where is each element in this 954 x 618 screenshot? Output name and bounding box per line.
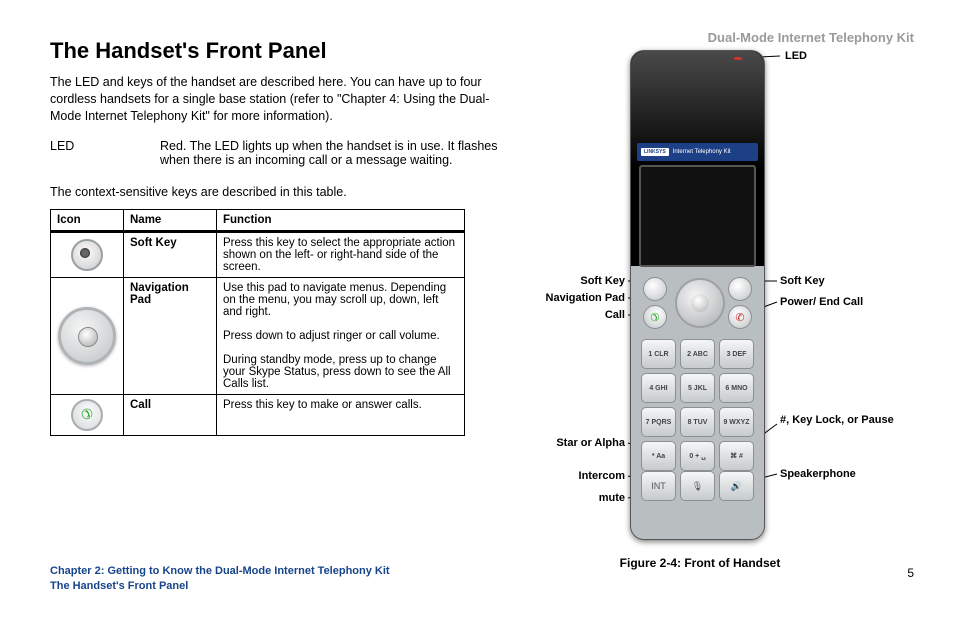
row-name: Call <box>124 394 217 435</box>
key-7: 7 PQRS <box>641 407 676 437</box>
callout-speaker: Speakerphone <box>780 468 856 480</box>
handset-navigation-pad <box>675 278 725 328</box>
led-description: Red. The LED lights up when the handset … <box>160 139 520 167</box>
footer-line2: The Handset's Front Panel <box>50 579 390 594</box>
footer-line1: Chapter 2: Getting to Know the Dual-Mode… <box>50 564 390 579</box>
key-8: 8 TUV <box>680 407 715 437</box>
row-func: Press this key to select the appropriate… <box>217 231 465 277</box>
key-4: 4 GHI <box>641 373 676 403</box>
handset-screen <box>639 165 756 267</box>
table-row: Navigation Pad Use this pad to navigate … <box>51 277 465 394</box>
callout-power-end: Power/ End Call <box>780 296 863 308</box>
key-5: 5 JKL <box>680 373 715 403</box>
table-row: ✆ Call Press this key to make or answer … <box>51 394 465 435</box>
key-hash: ⌘ # <box>719 441 754 471</box>
key-star: * Aa <box>641 441 676 471</box>
brand-logo: LINKSYS <box>641 148 669 156</box>
footer: Chapter 2: Getting to Know the Dual-Mode… <box>50 564 390 594</box>
callout-navpad: Navigation Pad <box>480 292 625 304</box>
th-function: Function <box>217 209 465 231</box>
key-0: 0 + ␣ <box>680 441 715 471</box>
mute-key: 🎙 <box>680 471 715 501</box>
handset-led-icon <box>734 57 742 60</box>
key-1: 1 CLR <box>641 339 676 369</box>
handset-softkey-right <box>728 277 752 301</box>
key-6: 6 MNO <box>719 373 754 403</box>
handset-bottom-row: INT 🎙 🔊 <box>641 471 754 501</box>
callout-star: Star or Alpha <box>480 437 625 449</box>
key-2: 2 ABC <box>680 339 715 369</box>
callout-intercom: Intercom <box>480 470 625 482</box>
row-func: Press this key to make or answer calls. <box>217 394 465 435</box>
keys-table: Icon Name Function Soft Key Press this k… <box>50 209 465 436</box>
th-icon: Icon <box>51 209 124 231</box>
callout-softkey-right: Soft Key <box>780 275 825 287</box>
brand-text: Internet Telephony Kit <box>673 149 731 155</box>
figure-caption: Figure 2-4: Front of Handset <box>480 556 920 570</box>
handset-illustration: LINKSYS Internet Telephony Kit ✆ ✆ 1 CLR… <box>630 50 765 540</box>
handset-call-key: ✆ <box>643 305 667 329</box>
navigation-pad-icon <box>58 307 116 365</box>
callout-led: LED <box>785 50 807 62</box>
led-label: LED <box>50 139 160 167</box>
key-3: 3 DEF <box>719 339 754 369</box>
handset-softkey-left <box>643 277 667 301</box>
callout-mute: mute <box>480 492 625 504</box>
figure-front-of-handset: Soft Key Navigation Pad Call Star or Alp… <box>480 40 920 570</box>
row-name: Navigation Pad <box>124 277 217 394</box>
call-icon: ✆ <box>71 399 103 431</box>
softkey-icon <box>71 239 103 271</box>
callout-hash: #, Key Lock, or Pause <box>780 414 894 426</box>
handset-brand-strip: LINKSYS Internet Telephony Kit <box>637 143 758 161</box>
handset-keypad: 1 CLR 2 ABC 3 DEF 4 GHI 5 JKL 6 MNO 7 PQ… <box>641 339 754 471</box>
intro-paragraph: The LED and keys of the handset are desc… <box>50 74 520 125</box>
intercom-key: INT <box>641 471 676 501</box>
key-9: 9 WXYZ <box>719 407 754 437</box>
handset-end-key: ✆ <box>728 305 752 329</box>
speakerphone-key: 🔊 <box>719 471 754 501</box>
callout-softkey-left: Soft Key <box>480 275 625 287</box>
table-row: Soft Key Press this key to select the ap… <box>51 231 465 277</box>
row-name: Soft Key <box>124 231 217 277</box>
page-number: 5 <box>907 566 914 580</box>
callout-call: Call <box>480 309 625 321</box>
row-func: Use this pad to navigate menus. Dependin… <box>217 277 465 394</box>
th-name: Name <box>124 209 217 231</box>
